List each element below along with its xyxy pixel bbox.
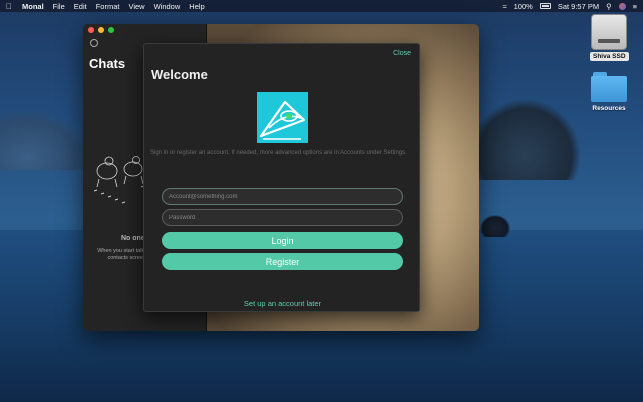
hard-drive-icon [591, 14, 628, 50]
setup-later-link[interactable]: Set up an account later [144, 299, 421, 308]
folder-icon [590, 72, 628, 102]
status-area: ≈ 100% Sat 9:57 PM ⚲ ≡ [503, 2, 637, 11]
minimize-window-button[interactable] [98, 27, 104, 33]
chats-title: Chats [89, 56, 126, 71]
notification-center-icon[interactable]: ≡ [633, 2, 637, 11]
wallpaper-rock [480, 215, 510, 237]
menu-app-name[interactable]: Monal [22, 2, 44, 11]
battery-icon[interactable] [539, 3, 551, 9]
spotlight-icon[interactable]: ⚲ [606, 2, 612, 11]
zoom-window-button[interactable] [108, 27, 114, 33]
password-input[interactable] [162, 209, 403, 226]
welcome-dialog: Close Welcome Sign in or register an acc… [143, 43, 420, 312]
menu-format[interactable]: Format [96, 2, 120, 11]
monal-logo-icon [257, 92, 308, 143]
account-input[interactable] [162, 188, 403, 205]
welcome-title: Welcome [151, 67, 208, 82]
wallpaper-island [470, 100, 580, 180]
siri-icon[interactable] [618, 2, 626, 10]
empty-state-title: No one [121, 235, 145, 242]
menu-view[interactable]: View [128, 2, 144, 11]
window-controls [88, 27, 114, 33]
apple-menu-icon[interactable]:  [6, 2, 12, 11]
menu-window[interactable]: Window [154, 2, 181, 11]
menu-edit[interactable]: Edit [74, 2, 87, 11]
register-button[interactable]: Register [162, 253, 403, 270]
close-window-button[interactable] [88, 27, 94, 33]
menu-help[interactable]: Help [189, 2, 204, 11]
clock[interactable]: Sat 9:57 PM [558, 2, 599, 11]
menu-bar:  Monal File Edit Format View Window Hel… [0, 0, 643, 12]
menu-file[interactable]: File [53, 2, 65, 11]
profile-icon[interactable] [90, 39, 98, 47]
folder-label: Resources [592, 105, 626, 112]
wallpaper-hill [0, 110, 90, 170]
battery-percent: 100% [513, 1, 533, 11]
desktop-disk[interactable]: Shiva SSD [590, 14, 629, 61]
login-button[interactable]: Login [162, 232, 403, 249]
close-button[interactable]: Close [393, 50, 411, 57]
wifi-icon[interactable]: ≈ [503, 2, 507, 11]
desktop-folder[interactable]: Resources [590, 72, 628, 112]
disk-label: Shiva SSD [590, 52, 629, 61]
sign-in-info-text: Sign in or register an account. If neede… [150, 150, 407, 156]
